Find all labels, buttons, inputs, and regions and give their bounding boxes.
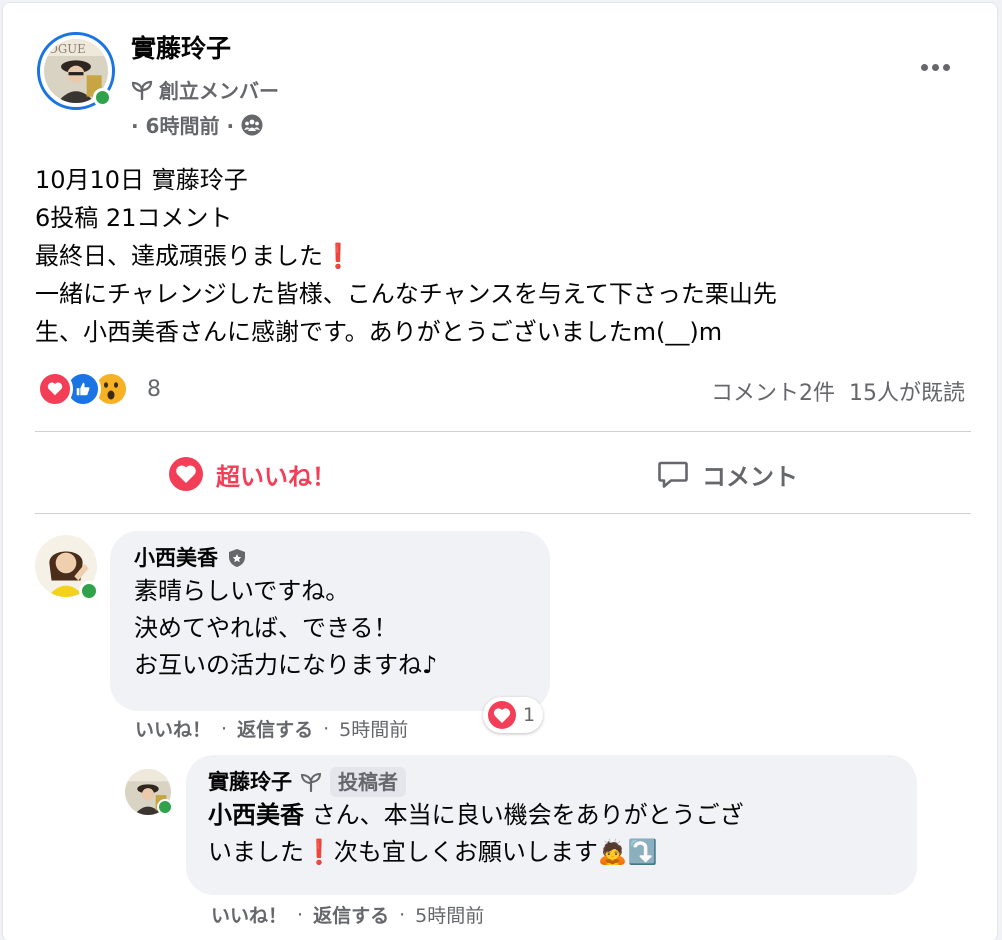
author-name[interactable]: 實藤玲子 [131, 33, 231, 65]
divider [35, 513, 971, 514]
reply-actions: いいね！ · 返信する · 5時間前 [211, 901, 484, 928]
post-line-text: 最終日、達成頑張りました [35, 242, 323, 270]
bow-emoji: 🙇 [597, 838, 628, 866]
comment-count-link[interactable]: コメント2件 [711, 375, 835, 407]
more-dots-icon [920, 63, 928, 71]
comment-icon [658, 461, 688, 488]
reply-name-row: 實藤玲子 投稿者 [208, 767, 895, 797]
commenter-name-row: 小西美香 [134, 543, 526, 573]
svg-text:OGUE: OGUE [48, 42, 85, 56]
reply-like-link[interactable]: いいね！ [211, 901, 287, 928]
exclamation-emoji: ❗ [323, 242, 353, 270]
reaction-summary[interactable]: 8 [37, 371, 161, 407]
reply-author-name[interactable]: 實藤玲子 [208, 767, 292, 797]
love-button[interactable]: 超いいね！ [168, 451, 336, 497]
comment-line: 決めてやれば、できる！ [134, 614, 398, 642]
comment-bubble: 小西美香 素晴らしいですね。 決めてやれば、できる！ お互いの活力になりますね♪ [110, 531, 550, 711]
reply-time[interactable]: 5時間前 [415, 901, 484, 928]
post-line: 6投稿 21コメント [35, 204, 233, 232]
reply-line: いました❗次も宜しくお願いします🙇⤵️ [208, 834, 895, 871]
sprout-icon [300, 772, 322, 793]
arrow-down-emoji: ⤵️ [627, 838, 658, 866]
comment-actions: いいね！ · 返信する · 5時間前 [135, 715, 408, 742]
more-options-button[interactable] [909, 51, 961, 83]
reply-bubble: 實藤玲子 投稿者 小西美香 さん、本当に良い機会をありがとうござ いました❗次も… [186, 755, 917, 895]
sprout-icon [131, 80, 153, 100]
group-audience-icon[interactable] [240, 113, 264, 137]
love-icon [169, 457, 203, 491]
author-avatar[interactable]: OGUE [37, 32, 115, 110]
author-tag: 投稿者 [330, 767, 406, 797]
divider [35, 431, 971, 432]
post-text: 10月10日 實藤玲子 6投稿 21コメント 最終日、達成頑張りました❗ 一緒に… [35, 161, 975, 351]
admin-shield-icon [229, 549, 245, 567]
separator-dot: · [297, 903, 304, 926]
member-badge[interactable]: 創立メンバー [131, 75, 279, 104]
separator-dot: · [323, 717, 330, 740]
post-line: 一緒にチャレンジした皆様、こんなチャンスを与えて下さった栗山先 [35, 280, 777, 308]
post-meta: · 6時間前 · [131, 110, 264, 139]
online-status-dot [157, 799, 173, 815]
comment-line: 素晴らしいですね。 [134, 577, 350, 605]
comment-like-link[interactable]: いいね！ [135, 715, 211, 742]
post-line: 最終日、達成頑張りました❗ [35, 237, 975, 275]
mention-link[interactable]: 小西美香 [208, 801, 304, 829]
comment-button-label: コメント [702, 462, 798, 491]
reply-line: 小西美香 さん、本当に良い機会をありがとうござ [208, 797, 895, 834]
love-reaction-icon [488, 701, 516, 729]
comment-reply-link[interactable]: 返信する [237, 715, 313, 742]
post-line: 10月10日 實藤玲子 [35, 166, 248, 194]
love-reaction-icon [37, 371, 73, 407]
comment-time[interactable]: 5時間前 [339, 715, 408, 742]
separator-dot: · [221, 717, 228, 740]
comment-line: お互いの活力になりますね♪ [134, 651, 438, 679]
reply-text: いました [208, 838, 304, 866]
comment-reaction-pill[interactable]: 1 [483, 697, 544, 733]
love-button-label: 超いいね！ [216, 462, 336, 491]
reply-reply-link[interactable]: 返信する [313, 901, 389, 928]
comment-button[interactable]: コメント [656, 451, 798, 497]
exclamation-emoji: ❗ [304, 838, 334, 866]
reaction-count: 8 [147, 376, 161, 402]
separator-dot: · [399, 903, 406, 926]
online-status-dot [79, 581, 99, 601]
reply-text: さん、本当に良い機会をありがとうござ [304, 801, 744, 829]
post-time[interactable]: · 6時間前 · [131, 110, 234, 139]
post-card: OGUE 實藤玲子 創立メンバー · 6時間前 · 10月10日 實藤玲子 6投… [2, 2, 998, 940]
reply-text: 次も宜しくお願いします [333, 838, 598, 866]
comment-reaction-count: 1 [523, 704, 536, 726]
commenter-name[interactable]: 小西美香 [134, 543, 218, 573]
post-stats: コメント2件 15人が既読 [711, 375, 965, 407]
post-line: 生、小西美香さんに感謝です。ありがとうございましたm(__)m [35, 318, 723, 346]
online-status-dot [93, 88, 112, 107]
seen-count-link[interactable]: 15人が既読 [849, 375, 965, 407]
member-badge-label: 創立メンバー [159, 79, 279, 103]
